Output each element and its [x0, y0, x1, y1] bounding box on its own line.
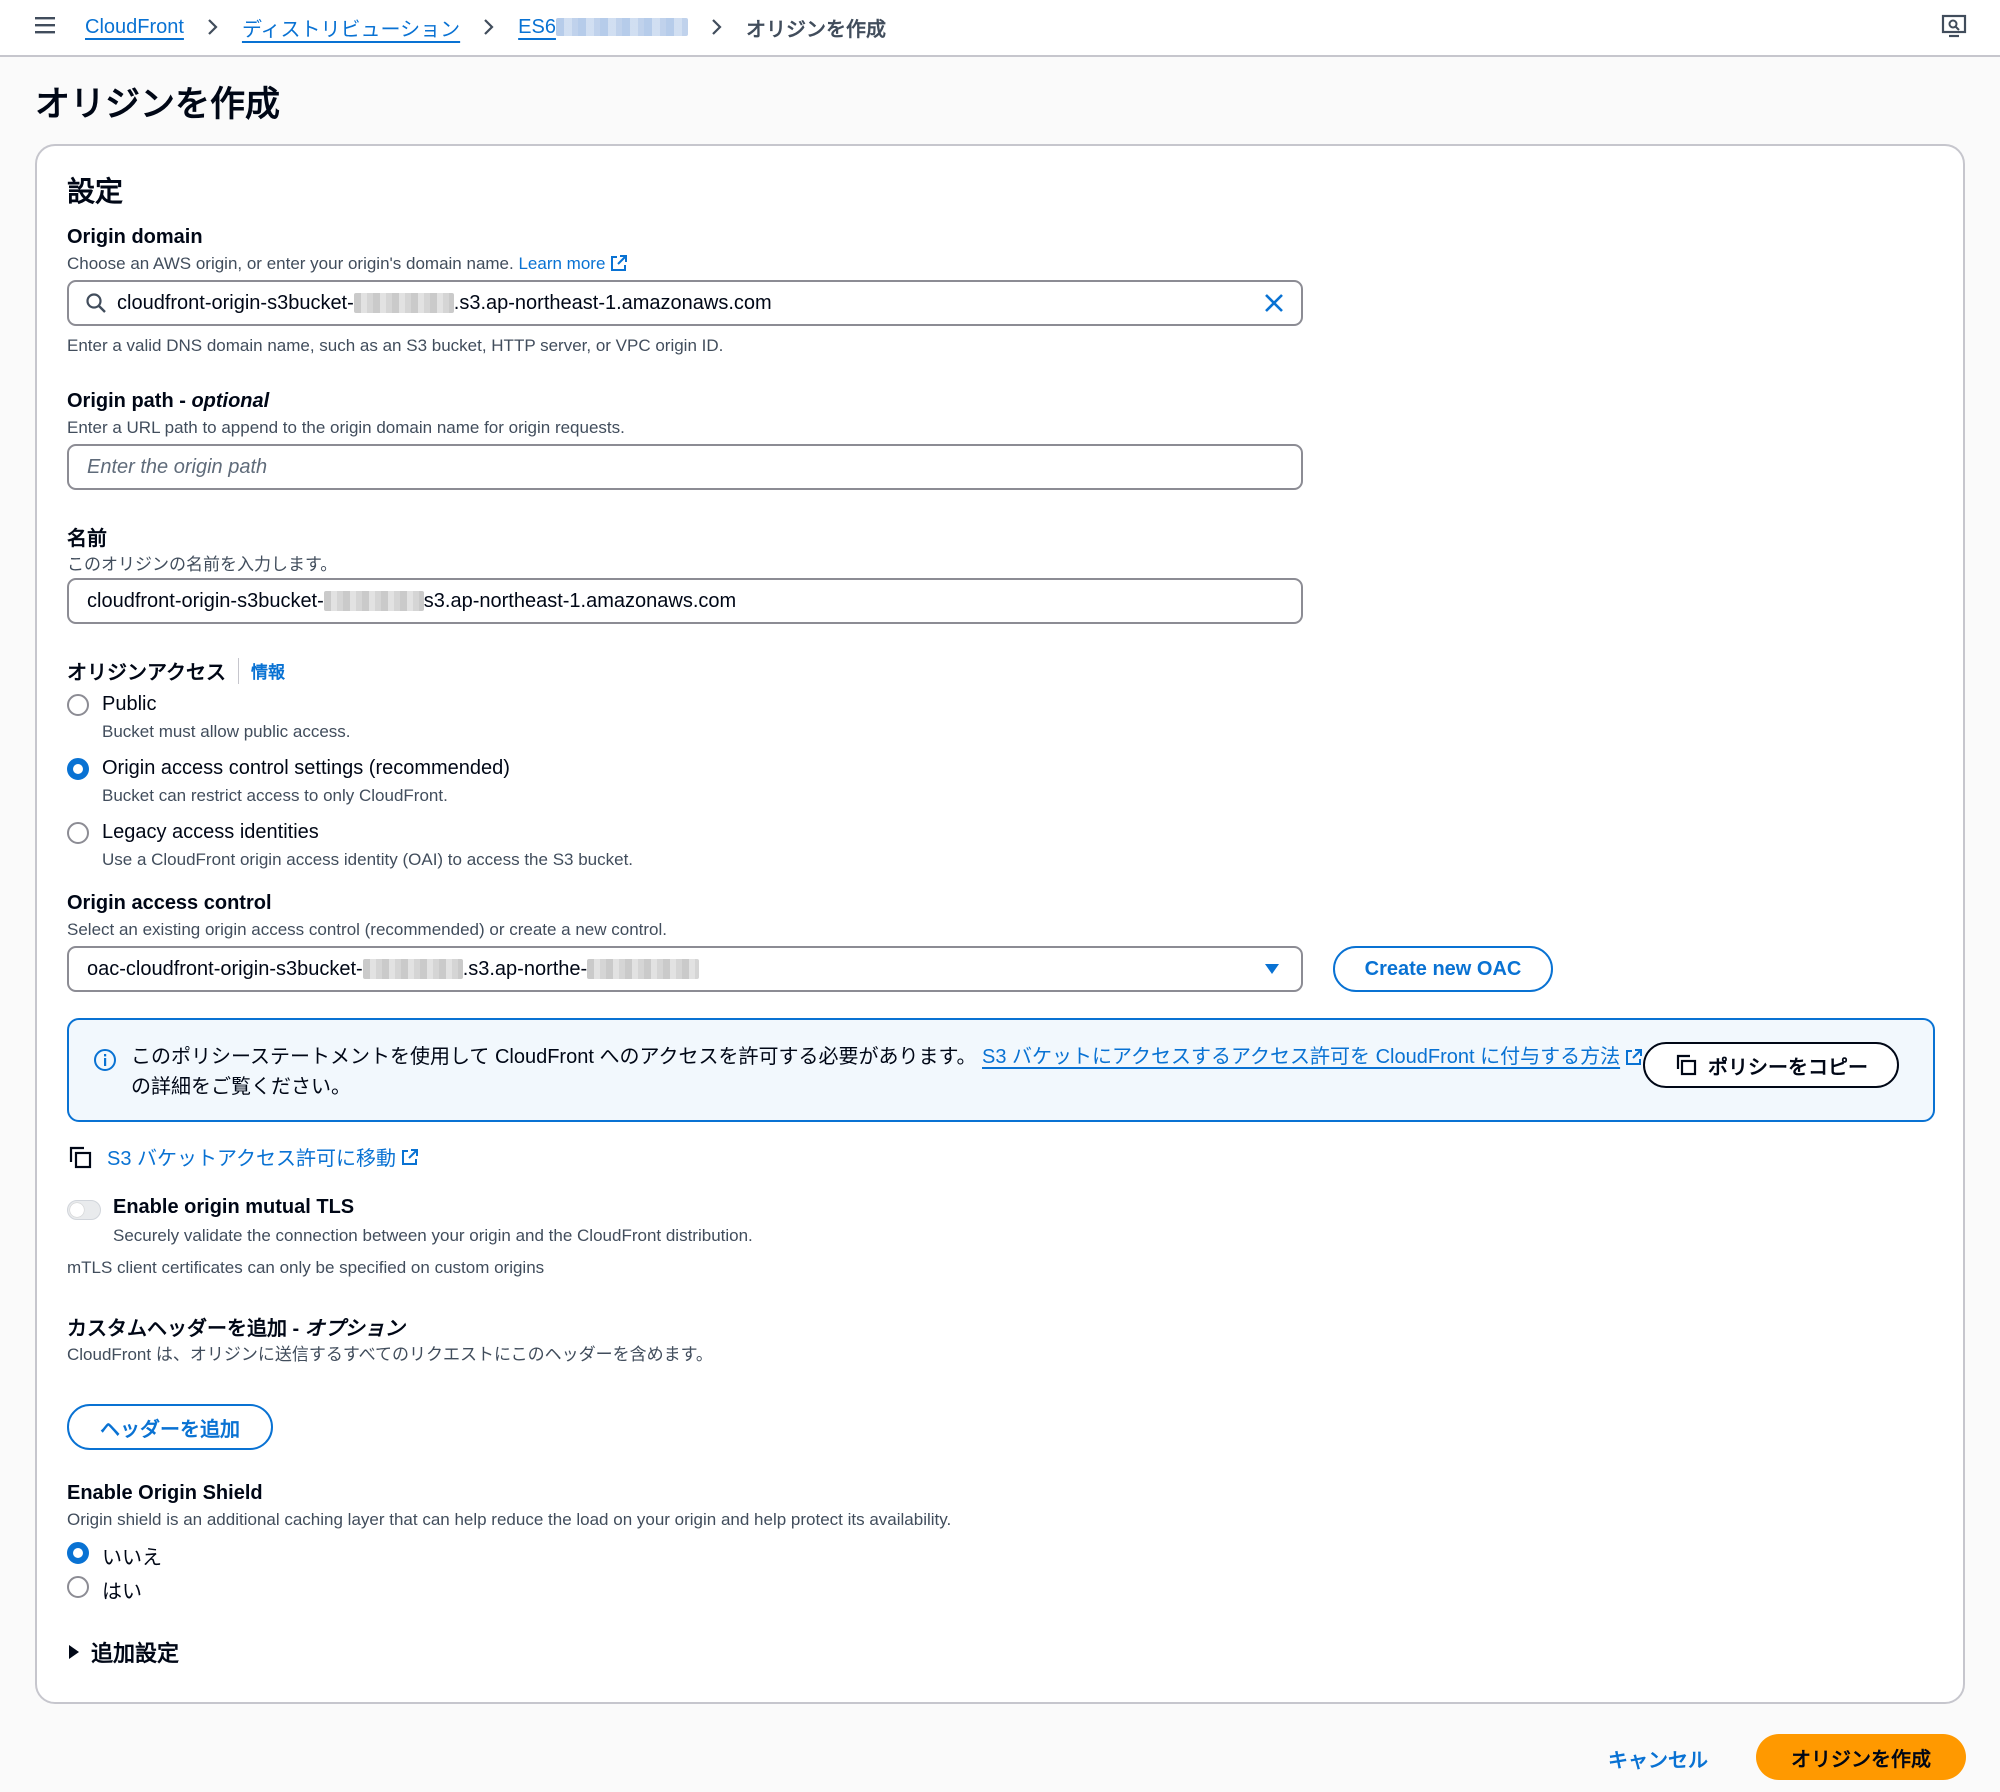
chevron-right-icon: [702, 17, 732, 37]
radio-origin-shield-no-label: いいえ: [102, 1547, 162, 1569]
name-input[interactable]: cloudfront-origin-s3bucket-s3.ap-northea…: [67, 578, 1303, 624]
breadcrumb-cloudfront[interactable]: CloudFront: [85, 16, 184, 39]
radio-legacy-label: Legacy access identities: [102, 821, 319, 843]
radio-origin-shield-yes[interactable]: [67, 1576, 89, 1598]
custom-headers-label: カスタムヘッダーを追加 - オプション: [67, 1318, 405, 1340]
name-label: 名前: [67, 528, 107, 550]
origin-path-label: Origin path - optional: [67, 390, 270, 412]
additional-settings-label: 追加設定: [91, 1641, 180, 1666]
breadcrumb-distributions[interactable]: ディストリビューション: [242, 13, 460, 42]
breadcrumb-current: オリジンを作成: [745, 18, 886, 41]
origin-domain-input[interactable]: cloudfront-origin-s3bucket- .s3.ap-northe…: [67, 280, 1303, 326]
copy-policy-button[interactable]: ポリシーをコピー: [1643, 1042, 1899, 1088]
radio-public[interactable]: [67, 694, 89, 716]
cancel-button[interactable]: キャンセル: [1598, 1736, 1718, 1780]
info-icon: [93, 1048, 117, 1072]
breadcrumb-distribution-id[interactable]: ES6: [518, 16, 688, 39]
search-icon: [85, 292, 107, 314]
info-alert-text: このポリシーステートメントを使用して CloudFront へのアクセスを許可す…: [131, 1042, 1651, 1102]
add-header-button[interactable]: ヘッダーを追加: [67, 1404, 273, 1450]
origin-path-description: Enter a URL path to append to the origin…: [67, 418, 625, 437]
mtls-label: Enable origin mutual TLS: [113, 1196, 355, 1218]
mtls-description: Securely validate the connection between…: [113, 1226, 753, 1245]
origin-shield-description: Origin shield is an additional caching l…: [67, 1510, 952, 1529]
clear-icon[interactable]: [1263, 292, 1285, 314]
radio-legacy[interactable]: [67, 822, 89, 844]
page-title: オリジンを作成: [35, 85, 281, 124]
oac-description: Select an existing origin access control…: [67, 920, 668, 939]
external-link-icon: [401, 1148, 419, 1166]
chevron-right-icon: [474, 17, 504, 37]
oac-label: Origin access control: [67, 892, 272, 914]
grant-permission-link[interactable]: S3 バケットにアクセスするアクセス許可を CloudFront に付与する方法: [982, 1046, 1620, 1068]
origin-domain-label: Origin domain: [67, 226, 203, 248]
caret-down-icon: [1263, 962, 1281, 976]
learn-more-link[interactable]: Learn more: [518, 254, 628, 273]
oac-select[interactable]: oac-cloudfront-origin-s3bucket- .s3.ap-no…: [67, 946, 1303, 992]
create-new-oac-button[interactable]: Create new OAC: [1333, 946, 1553, 992]
copy-icon: [1674, 1053, 1698, 1077]
origin-domain-help: Enter a valid DNS domain name, such as a…: [67, 336, 724, 355]
origin-shield-label: Enable Origin Shield: [67, 1482, 263, 1504]
menu-icon[interactable]: [33, 14, 57, 36]
external-link-icon: [610, 254, 628, 272]
radio-public-label: Public: [102, 693, 157, 715]
name-description: このオリジンの名前を入力します。: [67, 555, 338, 574]
info-alert: このポリシーステートメントを使用して CloudFront へのアクセスを許可す…: [67, 1018, 1935, 1122]
settings-container: 設定 Origin domain Choose an AWS origin, o…: [35, 144, 1965, 1704]
copy-icon: [67, 1144, 93, 1170]
origin-access-info-link[interactable]: 情報: [251, 658, 285, 683]
additional-settings-expander[interactable]: 追加設定: [67, 1636, 179, 1668]
radio-oac-label: Origin access control settings (recommen…: [102, 757, 510, 779]
radio-origin-shield-no[interactable]: [67, 1542, 89, 1564]
create-origin-button[interactable]: オリジンを作成: [1756, 1734, 1966, 1780]
chevron-right-icon: [198, 17, 228, 37]
radio-oac-description: Bucket can restrict access to only Cloud…: [102, 786, 448, 805]
external-link-icon: [1625, 1048, 1643, 1066]
split-panel-icon[interactable]: [1940, 13, 1968, 39]
top-navigation-bar: CloudFront ディストリビューション ES6 オリジンを作成: [0, 0, 2000, 57]
radio-oac[interactable]: [67, 758, 89, 780]
origin-path-input[interactable]: Enter the origin path: [67, 444, 1303, 490]
custom-headers-description: CloudFront は、オリジンに送信するすべてのリクエストにこのヘッダーを含…: [67, 1345, 713, 1364]
origin-access-label: オリジンアクセス 情報: [67, 656, 285, 685]
origin-domain-description: Choose an AWS origin, or enter your orig…: [67, 254, 628, 274]
caret-right-icon: [67, 1643, 81, 1661]
breadcrumb: CloudFront ディストリビューション ES6 オリジンを作成: [85, 12, 886, 42]
s3-permissions-link[interactable]: S3 バケットアクセス許可に移動: [67, 1142, 419, 1171]
radio-origin-shield-yes-label: はい: [102, 1581, 142, 1603]
radio-legacy-description: Use a CloudFront origin access identity …: [102, 850, 634, 869]
mtls-note: mTLS client certificates can only be spe…: [67, 1258, 545, 1277]
mtls-toggle[interactable]: [67, 1200, 101, 1220]
radio-public-description: Bucket must allow public access.: [102, 722, 351, 741]
section-title: 設定: [67, 176, 124, 207]
